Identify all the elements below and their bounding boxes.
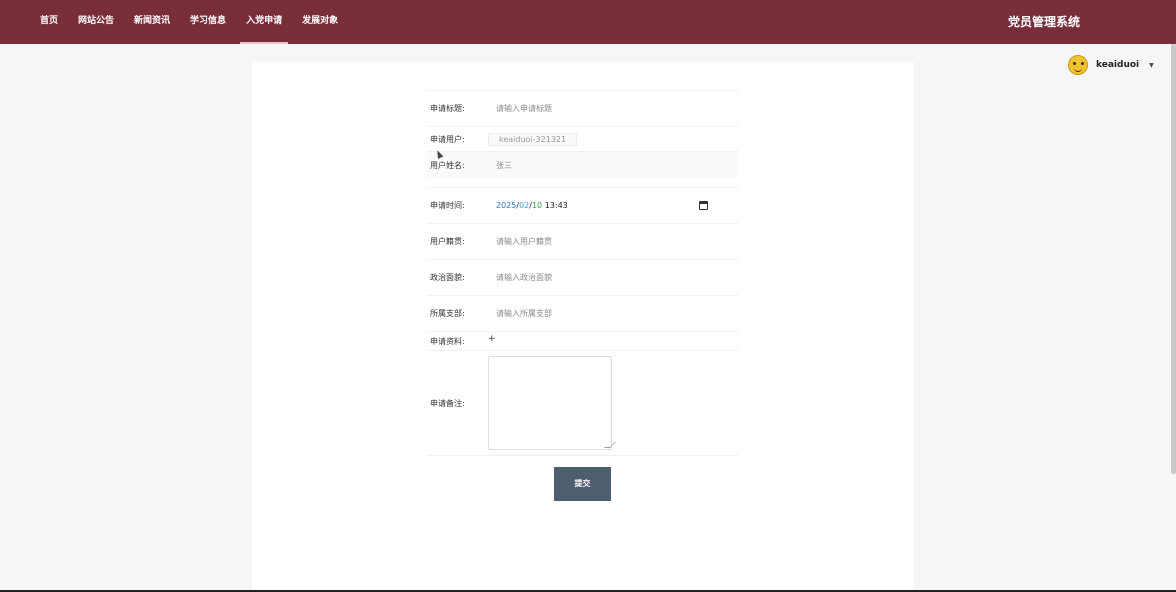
date-day: 10 — [531, 201, 543, 210]
user-label: 申请用户: — [430, 134, 465, 144]
politics-field — [487, 260, 738, 295]
avatar-icon — [1068, 55, 1088, 75]
nav-item-study[interactable]: 学习信息 — [184, 0, 232, 44]
username: keaiduoi — [1096, 60, 1140, 70]
form-row-remark: 申请备注: — [427, 350, 738, 456]
application-form: 申请标题: 申请用户: keaiduoi-321321 用户姓名: 张三 申请时… — [427, 90, 738, 456]
nav-item-announcements[interactable]: 网站公告 — [72, 0, 120, 44]
branch-label: 所属支部: — [430, 309, 465, 318]
nav-item-home[interactable]: 首页 — [34, 0, 64, 44]
top-navbar: 首页 网站公告 新闻资讯 学习信息 入党申请 发展对象 党员管理系统 — [0, 0, 1176, 44]
form-row-user: 申请用户: keaiduoi-321321 — [427, 126, 738, 151]
title-label: 申请标题: — [430, 104, 465, 113]
politics-input[interactable] — [496, 273, 696, 282]
submit-button[interactable]: 提交 — [554, 467, 611, 501]
calendar-icon[interactable] — [699, 201, 708, 210]
branch-input[interactable] — [496, 309, 696, 318]
time-label: 申请时间: — [430, 201, 465, 210]
nav-item-party-application[interactable]: 入党申请 — [240, 0, 289, 44]
date-year: 2025 — [496, 201, 517, 210]
nav-item-development-targets[interactable]: 发展对象 — [296, 0, 344, 44]
upload-plus-icon[interactable]: + — [488, 334, 496, 344]
user-value: keaiduoi-321321 — [488, 132, 578, 146]
form-row-material: 申请资料: + — [427, 331, 738, 350]
branch-field — [487, 296, 738, 331]
form-row-politics: 政治面貌: — [427, 259, 738, 295]
native-field — [487, 224, 738, 259]
user-menu[interactable]: keaiduoi ▼ — [1068, 54, 1154, 76]
form-row-time: 申请时间: 2025/02/10 13:43 — [427, 187, 738, 223]
nav-item-news[interactable]: 新闻资讯 — [128, 0, 176, 44]
caret-down-icon: ▼ — [1149, 61, 1154, 69]
form-row-branch: 所属支部: — [427, 295, 738, 331]
native-input[interactable] — [496, 237, 696, 246]
main-nav: 首页 网站公告 新闻资讯 学习信息 入党申请 发展对象 — [34, 0, 352, 44]
name-field: 张三 — [487, 152, 738, 178]
name-label: 用户姓名: — [430, 160, 465, 170]
politics-label: 政治面貌: — [430, 273, 465, 282]
form-row-native: 用户籍贯: — [427, 223, 738, 259]
form-row-title: 申请标题: — [427, 90, 738, 126]
material-field: + — [487, 332, 738, 350]
time-value: 13:43 — [544, 201, 568, 210]
remark-textarea[interactable] — [488, 356, 612, 450]
date-month: 02 — [519, 201, 530, 210]
title-input[interactable] — [496, 104, 696, 113]
remark-label: 申请备注: — [430, 398, 465, 408]
native-label: 用户籍贯: — [430, 237, 465, 246]
site-title: 党员管理系统 — [1007, 15, 1080, 29]
material-label: 申请资料: — [430, 336, 465, 346]
user-field: keaiduoi-321321 — [487, 127, 738, 151]
name-value: 张三 — [496, 160, 512, 170]
title-field — [487, 91, 738, 126]
form-row-name: 用户姓名: 张三 — [427, 151, 738, 178]
remark-field — [487, 356, 612, 450]
page-scrollbar[interactable] — [1171, 44, 1176, 474]
